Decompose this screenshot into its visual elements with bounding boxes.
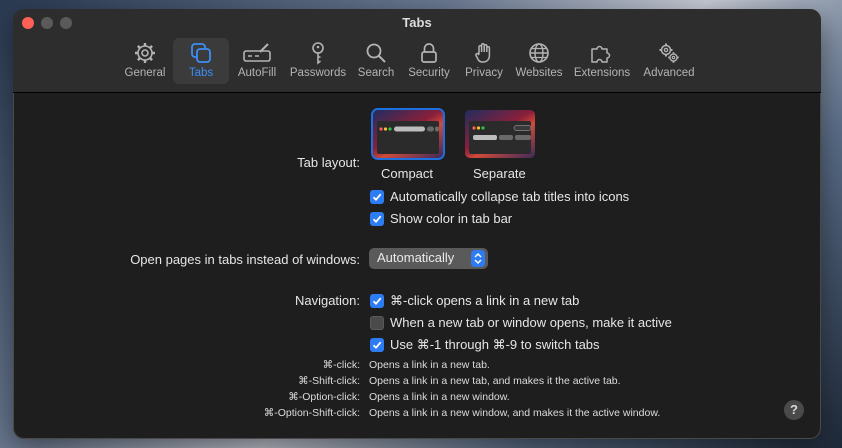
tab-general[interactable]: General	[117, 38, 173, 84]
shortcut-description: Opens a link in a new tab, and makes it …	[369, 375, 621, 387]
separate-layout-preview-icon	[472, 125, 532, 140]
key-icon	[312, 42, 324, 65]
gears-icon	[659, 43, 679, 63]
navigation-label: Navigation:	[294, 293, 360, 308]
checkmark-icon	[372, 341, 382, 350]
compact-layout-option[interactable]	[373, 110, 443, 158]
tab-extensions[interactable]: Extensions	[570, 38, 634, 84]
tab-security[interactable]: Security	[403, 38, 455, 84]
open-pages-value: Automatically	[377, 250, 455, 265]
open-pages-popup[interactable]: Automatically	[369, 248, 488, 269]
tabs-icon	[191, 43, 211, 63]
cmd-click-new-tab-label[interactable]: ⌘-click opens a link in a new tab	[390, 293, 579, 309]
shortcut-description: Opens a link in a new window, and makes …	[369, 407, 661, 419]
tab-advanced[interactable]: Advanced	[638, 38, 700, 84]
cmd-number-switch-label[interactable]: Use ⌘-1 through ⌘-9 to switch tabs	[390, 337, 600, 353]
titlebar: Tabs General Tabs AutoFill Passwords Sea…	[13, 9, 821, 93]
tab-search[interactable]: Search	[354, 38, 398, 84]
updown-chevron-icon	[471, 250, 485, 267]
open-pages-label: Open pages in tabs instead of windows:	[130, 252, 360, 267]
tab-advanced-label: Advanced	[643, 67, 695, 79]
tab-privacy-label: Privacy	[465, 67, 503, 79]
tab-search-label: Search	[357, 67, 395, 79]
separate-layout-label: Separate	[473, 166, 526, 181]
shortcut-key: ⌘-click:	[322, 359, 360, 371]
collapse-titles-checkbox[interactable]	[370, 190, 384, 204]
show-color-checkbox[interactable]	[370, 212, 384, 226]
help-button[interactable]: ?	[784, 400, 804, 420]
puzzle-icon	[591, 45, 611, 63]
checkmark-icon	[372, 193, 382, 202]
preferences-window: Tabs General Tabs AutoFill Passwords Sea…	[13, 9, 821, 439]
tab-passwords-label: Passwords	[289, 67, 347, 79]
pencil-field-icon	[243, 43, 271, 62]
make-active-checkbox[interactable]	[370, 316, 384, 330]
tab-security-label: Security	[408, 67, 450, 79]
shortcut-key: ⌘-Option-click:	[288, 391, 360, 403]
tab-privacy[interactable]: Privacy	[461, 38, 507, 84]
tab-autofill-label: AutoFill	[237, 67, 277, 79]
gear-icon	[135, 43, 155, 63]
magnifier-icon	[366, 43, 386, 63]
window-title: Tabs	[402, 15, 432, 30]
tab-tabs-label: Tabs	[188, 67, 214, 79]
shortcut-key: ⌘-Option-Shift-click:	[263, 407, 360, 419]
tab-websites[interactable]: Websites	[511, 38, 567, 84]
cmd-number-switch-checkbox[interactable]	[370, 338, 384, 352]
tab-layout-label: Tab layout:	[297, 155, 360, 170]
hand-icon	[475, 43, 491, 63]
compact-layout-preview-icon	[379, 126, 439, 132]
tab-passwords[interactable]: Passwords	[287, 38, 349, 84]
lock-icon	[421, 43, 437, 63]
cmd-click-new-tab-checkbox[interactable]	[370, 294, 384, 308]
tab-general-label: General	[124, 67, 166, 79]
show-color-label[interactable]: Show color in tab bar	[390, 211, 512, 226]
compact-layout-label: Compact	[381, 166, 434, 181]
make-active-label[interactable]: When a new tab or window opens, make it …	[390, 315, 672, 330]
tabs-preferences-pane: Tab layout: Compact Separate Automatical…	[13, 93, 821, 439]
checkmark-icon	[372, 215, 382, 224]
tab-extensions-label: Extensions	[573, 67, 631, 79]
checkmark-icon	[372, 297, 382, 306]
tab-tabs[interactable]: Tabs	[173, 38, 229, 84]
globe-icon	[529, 43, 549, 63]
shortcut-description: Opens a link in a new window.	[369, 391, 510, 403]
collapse-titles-label[interactable]: Automatically collapse tab titles into i…	[390, 189, 629, 204]
tab-autofill[interactable]: AutoFill	[229, 38, 285, 84]
tab-websites-label: Websites	[515, 67, 563, 79]
separate-layout-option[interactable]	[465, 110, 535, 158]
shortcut-key: ⌘-Shift-click:	[298, 375, 360, 387]
shortcut-description: Opens a link in a new tab.	[369, 359, 490, 371]
